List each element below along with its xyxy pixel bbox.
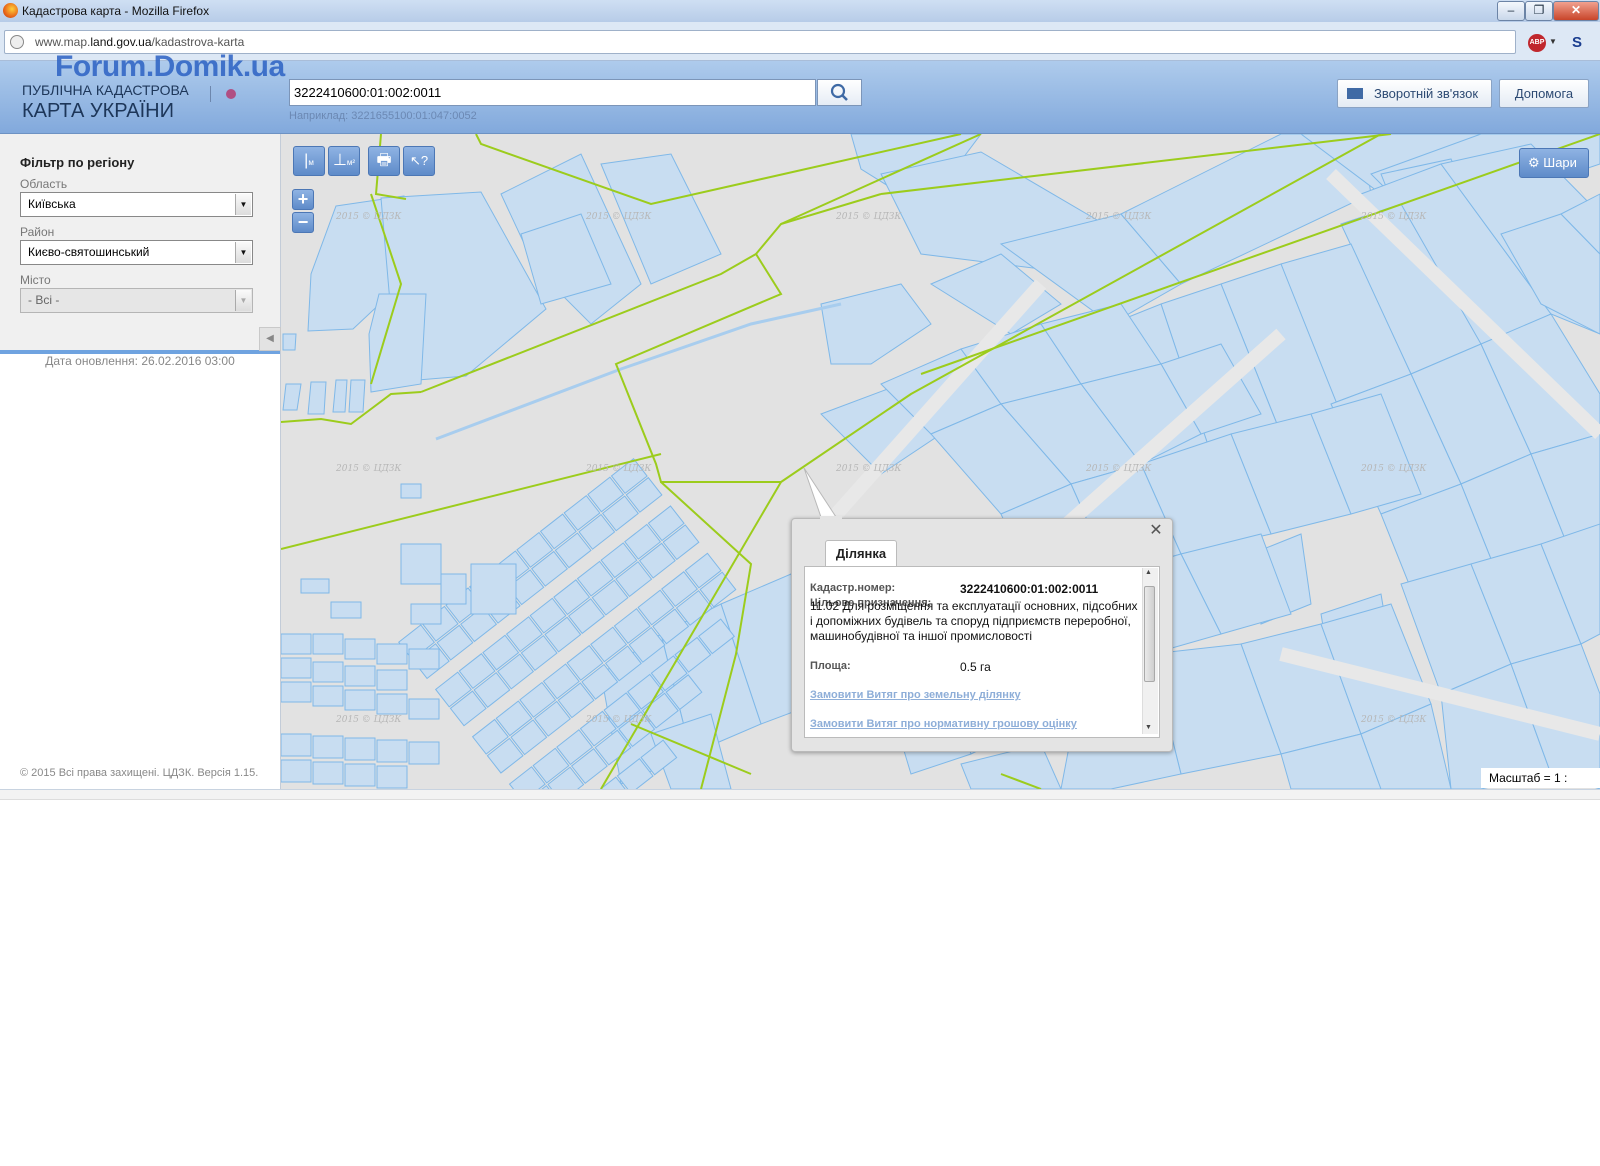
svg-text:2015 © ЦДЗК: 2015 © ЦДЗК (585, 715, 652, 725)
oblast-label: Область (20, 177, 68, 191)
window-titlebar: Кадастрова карта - Mozilla Firefox – ❐ ✕ (0, 0, 1600, 23)
svg-text:2015 © ЦДЗК: 2015 © ЦДЗК (335, 212, 402, 222)
firefox-icon (3, 3, 18, 18)
svg-text:2015 © ЦДЗК: 2015 © ЦДЗК (585, 464, 652, 474)
chevron-down-icon: ▼ (235, 194, 251, 215)
filter-title: Фільтр по регіону (20, 155, 135, 170)
print-button[interactable]: 🖶 (368, 146, 400, 176)
identify-button[interactable]: ↖? (403, 146, 435, 176)
extension-icon[interactable]: S (1572, 34, 1590, 52)
printer-icon: 🖶 (376, 152, 392, 169)
search-icon (830, 83, 848, 101)
area-label: Площа: (810, 660, 851, 672)
restore-button[interactable]: ❐ (1525, 1, 1553, 21)
svg-text:2015 © ЦДЗК: 2015 © ЦДЗК (835, 464, 902, 474)
svg-text:2015 © ЦДЗК: 2015 © ЦДЗК (335, 464, 402, 474)
area-value: 0.5 га (960, 660, 991, 674)
window-title: Кадастрова карта - Mozilla Firefox (22, 4, 210, 18)
measure-distance-button[interactable]: |м (293, 146, 325, 176)
bottom-panel (0, 799, 1600, 902)
map-scale: Масштаб = 1 : 8531 (1481, 768, 1600, 805)
popup-scroll-thumb[interactable] (1144, 586, 1155, 682)
cadastral-search-input[interactable] (289, 79, 816, 106)
search-button[interactable] (817, 79, 862, 106)
collapse-panel-button[interactable]: ◀ (259, 327, 281, 351)
measure-area-button[interactable]: ⊥м² (328, 146, 360, 176)
feedback-label: Зворотній зв'язок (1374, 86, 1479, 101)
scroll-down-icon[interactable]: ▼ (1145, 724, 1152, 731)
envelope-icon (1347, 88, 1363, 99)
svg-text:2015 © ЦДЗК: 2015 © ЦДЗК (335, 715, 402, 725)
misto-select: - Всі - ▼ (20, 288, 253, 313)
raion-label: Район (20, 225, 55, 239)
zoom-in-button[interactable]: + (292, 189, 314, 210)
pointer-question-icon: ↖? (409, 153, 429, 168)
svg-text:2015 © ЦДЗК: 2015 © ЦДЗК (585, 212, 652, 222)
close-window-button[interactable]: ✕ (1553, 1, 1599, 21)
logo-line1: ПУБЛІЧНА КАДАСТРОВА (22, 82, 189, 98)
close-icon[interactable]: ✕ (1148, 523, 1164, 539)
tab-parcel[interactable]: Ділянка (825, 540, 897, 567)
order-valuation-link[interactable]: Замовити Витяг про нормативну грошову оц… (810, 718, 1077, 730)
raion-value: Києво-святошинський (28, 245, 150, 259)
adblock-icon[interactable]: ABP (1528, 34, 1546, 52)
raion-select[interactable]: Києво-святошинський ▼ (20, 240, 253, 265)
logo-divider (210, 86, 211, 102)
svg-text:2015 © ЦДЗК: 2015 © ЦДЗК (1360, 464, 1427, 474)
gear-icon: ⚙ (1528, 155, 1544, 170)
svg-text:2015 © ЦДЗК: 2015 © ЦДЗК (1085, 464, 1152, 474)
cadastr-label: Кадастр.номер: (810, 582, 896, 594)
search-example: Наприклад: 3221655100:01:047:0052 (289, 110, 477, 122)
svg-text:2015 © ЦДЗК: 2015 © ЦДЗК (1360, 715, 1427, 725)
purpose-value: 11.02 Для розміщення та експлуатації осн… (810, 599, 1138, 643)
globe-icon (10, 35, 24, 49)
help-button[interactable]: Допомога (1499, 79, 1589, 108)
adblock-dropdown-icon[interactable]: ▼ (1549, 37, 1557, 46)
zoom-out-button[interactable]: − (292, 212, 314, 233)
oblast-select[interactable]: Київська ▼ (20, 192, 253, 217)
svg-text:2015 © ЦДЗК: 2015 © ЦДЗК (1360, 212, 1427, 222)
layers-button[interactable]: ⚙ Шари (1519, 148, 1589, 178)
chevron-down-icon: ▼ (235, 290, 251, 311)
forum-watermark: Forum.Domik.ua (55, 50, 285, 83)
feedback-button[interactable]: Зворотній зв'язок (1337, 79, 1492, 108)
order-extract-link[interactable]: Замовити Витяг про земельну ділянку (810, 689, 1021, 701)
logo-dot-icon (226, 89, 236, 99)
minimize-button[interactable]: – (1497, 1, 1525, 21)
url-text: www.map.land.gov.ua/kadastrova-karta (35, 35, 245, 49)
cadastr-value: 3222410600:01:002:0011 (960, 582, 1099, 596)
scroll-up-icon[interactable]: ▲ (1145, 569, 1152, 576)
update-date: Дата оновлення: 26.02.2016 03:00 (45, 354, 235, 368)
copyright-text: © 2015 Всі права захищені. ЦДЗК. Версія … (20, 767, 259, 779)
popup-pointer (803, 468, 839, 521)
popup-pointer-cover (820, 516, 842, 520)
misto-value: - Всі - (28, 293, 60, 307)
svg-text:2015 © ЦДЗК: 2015 © ЦДЗК (1085, 212, 1152, 222)
misto-label: Місто (20, 273, 51, 287)
svg-text:2015 © ЦДЗК: 2015 © ЦДЗК (835, 212, 902, 222)
logo-line2: КАРТА УКРАЇНИ (22, 100, 174, 122)
oblast-value: Київська (28, 197, 76, 211)
chevron-down-icon: ▼ (235, 242, 251, 263)
